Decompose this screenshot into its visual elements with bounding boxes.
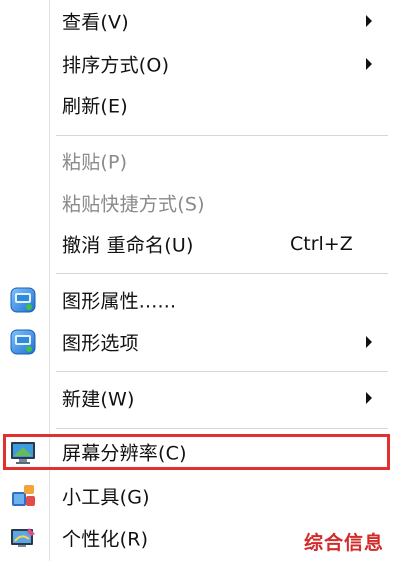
menu-separator [56,371,388,372]
shortcut-text: Ctrl+Z [290,233,353,255]
menu-item-new[interactable]: 新建(W) [0,379,394,417]
menu-item-gadgets[interactable]: 小工具(G) [0,477,394,515]
menu-item-view[interactable]: 查看(V) [0,2,394,40]
gadgets-icon [9,482,37,510]
intel-graphics-icon [9,328,37,356]
menu-item-paste-shortcut: 粘贴快捷方式(S) [0,184,394,222]
menu-item-label: 粘贴(P) [62,151,128,174]
menu-item-paste: 粘贴(P) [0,142,394,180]
menu-item-label: 查看(V) [62,11,129,34]
menu-item-label: 图形属性...... [62,290,177,313]
menu-separator [56,428,388,429]
intel-graphics-icon [9,286,37,314]
menu-item-label: 新建(W) [62,388,135,411]
menu-item-graphics-options[interactable]: 图形选项 [0,323,394,361]
menu-item-label: 刷新(E) [62,95,128,118]
menu-item-label: 撤消 重命名(U) [62,234,194,257]
menu-separator [56,273,388,274]
submenu-arrow-icon [366,336,372,348]
menu-item-label: 小工具(G) [62,486,150,509]
personalize-icon [9,524,37,552]
submenu-arrow-icon [366,392,372,404]
menu-item-graphics-properties[interactable]: 图形属性...... [0,281,394,319]
menu-item-label: 排序方式(O) [62,54,170,77]
menu-item-label: 图形选项 [62,332,139,355]
menu-item-sort-by[interactable]: 排序方式(O) [0,45,394,83]
desktop-context-menu: 查看(V) 排序方式(O) 刷新(E) 粘贴(P) 粘贴快捷方式(S) 撤消 重… [0,0,394,561]
submenu-arrow-icon [366,15,372,27]
menu-item-undo-rename[interactable]: 撤消 重命名(U) Ctrl+Z [0,225,394,263]
menu-item-refresh[interactable]: 刷新(E) [0,86,394,124]
menu-separator [56,135,388,136]
menu-item-label: 粘贴快捷方式(S) [62,193,205,216]
watermark-text: 综合信息 [303,532,384,554]
menu-item-label: 个性化(R) [62,528,149,551]
highlight-box [3,434,390,470]
submenu-arrow-icon [366,58,372,70]
